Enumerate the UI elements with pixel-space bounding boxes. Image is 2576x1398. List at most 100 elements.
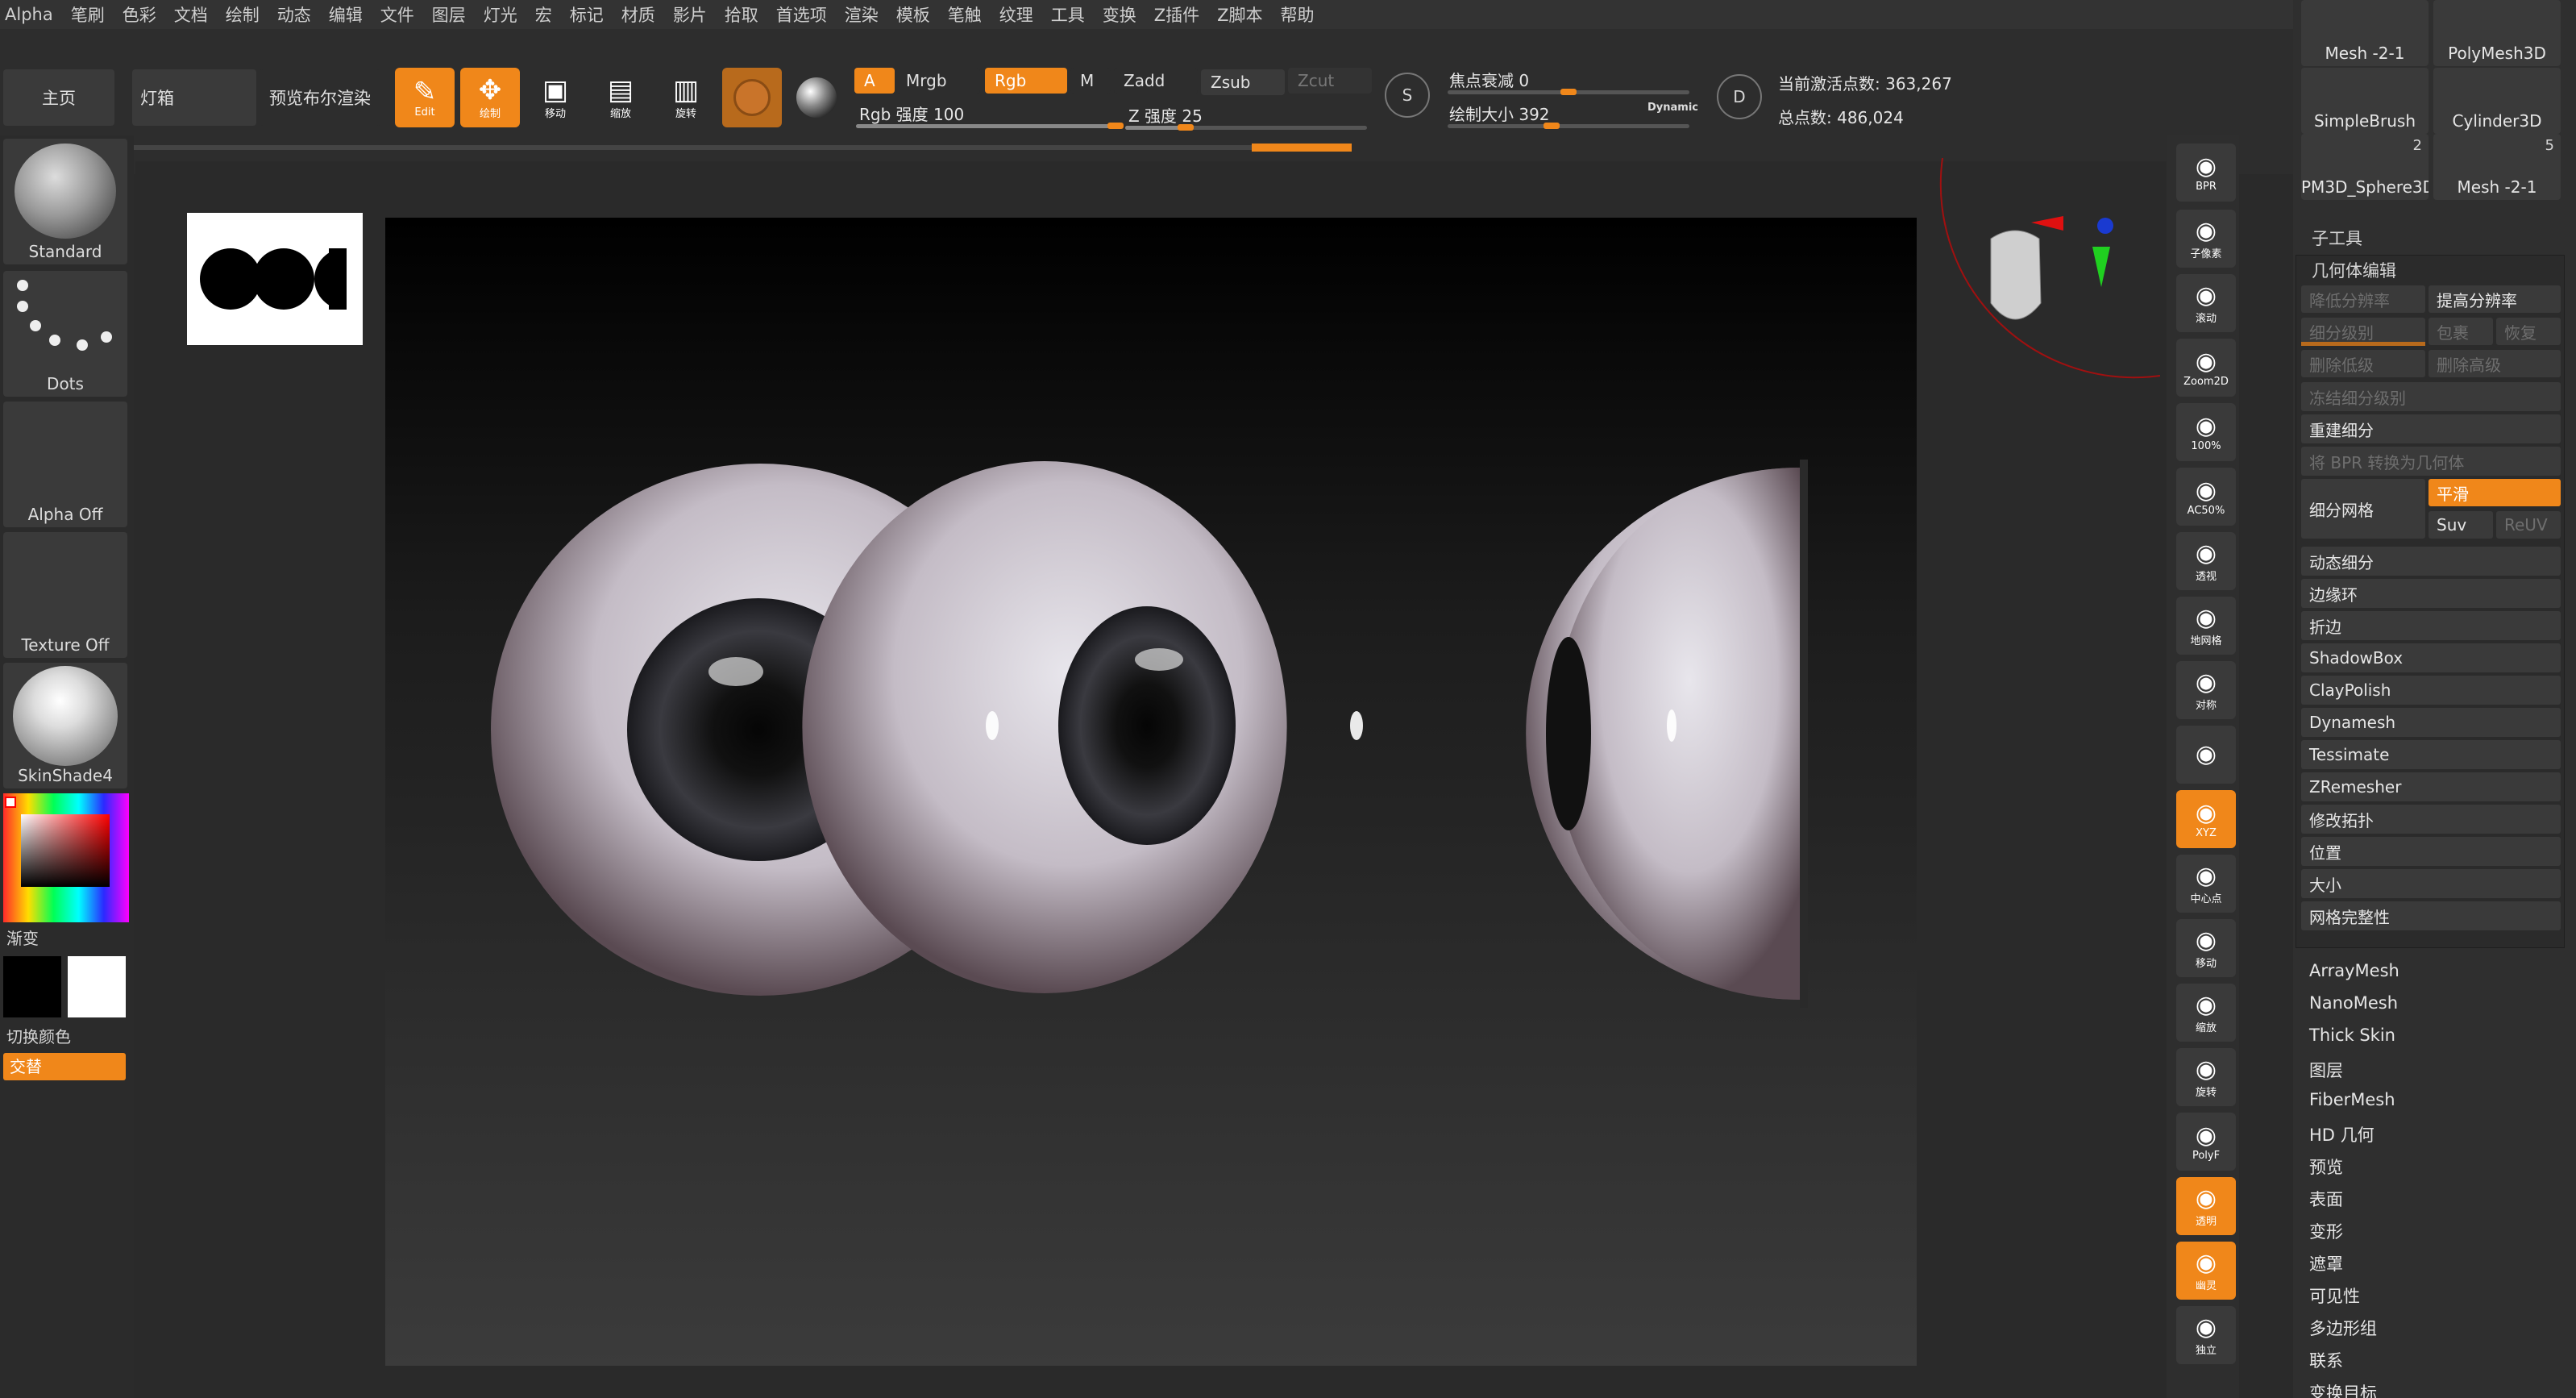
tool-subpalette[interactable]: 变换目标 (2309, 1380, 2377, 1398)
view-button-transp[interactable]: ◉ 透明 (2176, 1177, 2236, 1235)
secondary-color-swatch[interactable] (68, 956, 126, 1017)
material-thumbnail[interactable]: SkinShade4 (3, 663, 127, 788)
menu-item[interactable]: 标记 (570, 2, 604, 27)
menu-item[interactable]: 首选项 (776, 2, 827, 27)
rgb-intensity-knob[interactable] (1107, 123, 1124, 129)
main-color-swatch[interactable] (3, 956, 61, 1017)
draw-size-track[interactable] (134, 145, 1351, 150)
menu-item[interactable]: Z插件 (1154, 2, 1199, 27)
document-canvas[interactable] (385, 218, 1917, 1366)
subtool-thumb[interactable]: SimpleBrush (2301, 68, 2429, 134)
menu-item[interactable]: 笔触 (948, 2, 982, 27)
view-button-scroll[interactable]: ◉ 滚动 (2176, 274, 2236, 332)
tool-subpalette[interactable]: 预览 (2309, 1155, 2343, 1179)
view-button-polyf[interactable]: ◉ PolyF (2176, 1113, 2236, 1171)
color-picker-hue[interactable] (3, 793, 129, 922)
view-button-actual[interactable]: ◉ 100% (2176, 403, 2236, 461)
menu-item[interactable]: 文件 (380, 2, 414, 27)
zsub-toggle[interactable]: Zsub (1201, 69, 1285, 95)
del-higher-button[interactable]: 删除高级 (2429, 350, 2561, 377)
menu-item[interactable]: 渲染 (845, 2, 879, 27)
geometry-item[interactable]: ClayPolish (2301, 676, 2561, 705)
tool-subpalette[interactable]: 多边形组 (2309, 1316, 2377, 1340)
geometry-item[interactable]: ShadowBox (2301, 643, 2561, 672)
tool-subpalette[interactable]: 表面 (2309, 1187, 2343, 1211)
material-sphere-button[interactable] (722, 68, 782, 127)
alpha-thumbnail[interactable]: Alpha Off (3, 402, 127, 527)
lower-res-button[interactable]: 降低分辨率 (2301, 285, 2425, 313)
draw-size-knob[interactable] (1544, 123, 1560, 129)
view-button-ghost[interactable]: ◉ 幽灵 (2176, 1242, 2236, 1300)
menu-item[interactable]: 灯光 (484, 2, 517, 27)
menu-item[interactable]: 拾取 (725, 2, 758, 27)
menu-item[interactable]: 纹理 (999, 2, 1033, 27)
view-button-rotate[interactable]: ◉ 旋转 (2176, 1048, 2236, 1106)
texture-thumbnail[interactable]: Texture Off (3, 532, 127, 658)
rgb-intensity-slider[interactable] (856, 124, 1116, 128)
mrgb-toggle[interactable]: Mrgb (896, 68, 980, 94)
geometry-item[interactable]: 修改拓扑 (2301, 805, 2561, 834)
dynamic-label[interactable]: Dynamic (1647, 102, 1698, 114)
view-button-persp[interactable]: ◉ 透视 (2176, 532, 2236, 590)
geometry-item[interactable]: 网格完整性 (2301, 901, 2561, 930)
freeze-subdiv-button[interactable]: 冻结细分级别 (2301, 382, 2561, 411)
brush-thumbnail[interactable]: Standard (3, 139, 127, 264)
geometry-item[interactable]: 位置 (2301, 837, 2561, 866)
view-button-floor[interactable]: ◉ 地网格 (2176, 597, 2236, 655)
tab-bpr-preview[interactable]: 预览布尔渲染 (260, 69, 380, 126)
draw-button[interactable]: ✥ 绘制 (460, 68, 520, 127)
focal-shift-knob[interactable] (1560, 89, 1577, 95)
view-button-solo[interactable]: ◉ 独立 (2176, 1306, 2236, 1364)
menu-item[interactable]: 变换 (1103, 2, 1136, 27)
zcut-toggle[interactable]: Zcut (1288, 68, 1372, 94)
menu-item[interactable]: 模板 (896, 2, 930, 27)
rgb-toggle[interactable]: Rgb (985, 68, 1067, 94)
menu-item[interactable]: 材质 (621, 2, 655, 27)
tool-subpalette[interactable]: 可见性 (2309, 1284, 2360, 1308)
reuv-button[interactable]: ReUV (2496, 511, 2561, 539)
navigation-gizmo[interactable] (1934, 158, 2160, 384)
subtool-thumb[interactable]: Cylinder3D (2433, 68, 2561, 134)
higher-res-button[interactable]: 提高分辨率 (2429, 285, 2561, 313)
menu-item[interactable]: 色彩 (123, 2, 156, 27)
geometry-item[interactable]: 大小 (2301, 869, 2561, 898)
alternate-button[interactable]: 交替 (3, 1053, 126, 1080)
z-intensity-slider[interactable] (1125, 126, 1367, 130)
z-intensity-knob[interactable] (1178, 124, 1194, 131)
tool-subpalette[interactable]: NanoMesh (2309, 993, 2398, 1013)
geometry-item[interactable]: Tessimate (2301, 740, 2561, 769)
edit-button[interactable]: ✎ Edit (395, 68, 455, 127)
view-button-lock[interactable]: ◉ (2176, 726, 2236, 784)
draw-size-slider[interactable] (1448, 124, 1689, 128)
cage-button[interactable]: 包裹 (2429, 318, 2493, 345)
subtool-thumb[interactable]: Mesh -2-1 5 (2433, 134, 2561, 200)
suv-toggle[interactable]: Suv (2429, 511, 2493, 539)
m-toggle[interactable]: M (1070, 68, 1111, 94)
tool-subpalette[interactable]: 遮罩 (2309, 1251, 2343, 1275)
subtool-thumb[interactable]: Mesh -2-1 (2301, 0, 2429, 66)
view-button-zoom[interactable]: ◉ 缩放 (2176, 984, 2236, 1042)
view-button-bpr[interactable]: ◉ BPR (2176, 144, 2236, 202)
subtool-header[interactable]: 子工具 (2312, 226, 2362, 250)
view-button-subpixel[interactable]: ◉ 子像素 (2176, 210, 2236, 268)
lazy-mouse-s-icon[interactable]: S (1385, 73, 1430, 118)
view-button-frame[interactable]: ◉ 中心点 (2176, 855, 2236, 913)
geometry-item[interactable]: ZRemesher (2301, 772, 2561, 801)
tool-subpalette[interactable]: HD 几何 (2309, 1122, 2374, 1146)
menu-item[interactable]: 文档 (174, 2, 208, 27)
tool-subpalette[interactable]: 图层 (2309, 1058, 2343, 1082)
restore-button[interactable]: 恢复 (2496, 318, 2561, 345)
smooth-toggle[interactable]: 平滑 (2429, 479, 2561, 506)
zadd-toggle[interactable]: Zadd (1114, 68, 1198, 94)
switch-color-button[interactable]: 切换颜色 (6, 1024, 71, 1047)
menu-item[interactable]: 笔刷 (71, 2, 105, 27)
tool-subpalette[interactable]: Thick Skin (2309, 1026, 2395, 1045)
tab-lightbox[interactable]: 灯箱 (132, 69, 256, 126)
menu-item[interactable]: 动态 (277, 2, 311, 27)
divide-button[interactable]: 细分网格 (2301, 479, 2425, 539)
tool-subpalette[interactable]: FiberMesh (2309, 1090, 2395, 1109)
sdiv-slider[interactable]: 细分级别 (2301, 318, 2425, 345)
color-mode-button[interactable] (787, 68, 846, 127)
geometry-item[interactable]: 动态细分 (2301, 547, 2561, 576)
view-button-zoom2d[interactable]: ◉ Zoom2D (2176, 339, 2236, 397)
